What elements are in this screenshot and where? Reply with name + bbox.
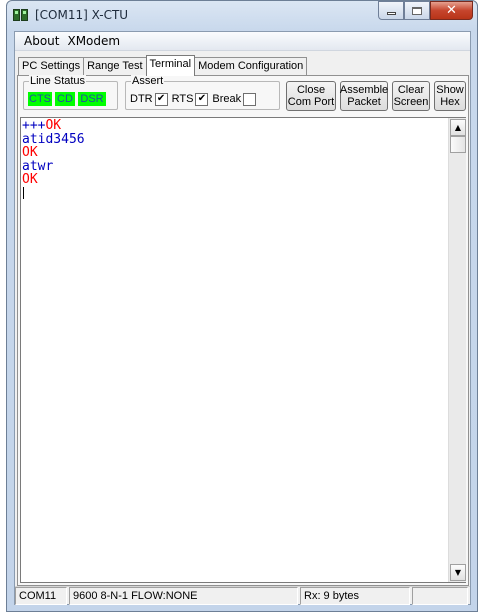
title-bar[interactable]: [COM11] X-CTU ✕ [7, 1, 477, 31]
window-controls: ✕ [378, 1, 473, 21]
status-rx: Rx: 9 bytes [300, 587, 410, 605]
minimize-icon [386, 12, 396, 15]
rts-checkbox[interactable]: ✔ [195, 92, 209, 106]
tab-terminal[interactable]: Terminal [145, 55, 196, 76]
cts-indicator: CTS [28, 92, 52, 106]
window-title: [COM11] X-CTU [35, 8, 129, 22]
terminal-lines: +++OK atid3456 OK atwr OK [22, 119, 85, 199]
maximize-button[interactable] [404, 1, 430, 20]
terminal-line: OK [22, 173, 85, 187]
scroll-up-button[interactable]: ▲ [450, 119, 466, 136]
text-cursor [23, 186, 24, 199]
tab-pc-settings[interactable]: PC Settings [18, 57, 85, 76]
menu-xmodem[interactable]: XModem [63, 34, 124, 48]
status-settings: 9600 8-N-1 FLOW:NONE [69, 587, 298, 605]
line-status-group: Line Status CTS CD DSR [23, 75, 118, 110]
status-port: COM11 [15, 587, 67, 605]
terminal-line-text: OK [22, 172, 38, 187]
break-checkbox[interactable] [243, 92, 257, 106]
assert-controls: DTR ✔ RTS ✔ Break [130, 92, 260, 106]
clear-screen-button[interactable]: Clear Screen [392, 81, 430, 111]
status-extra [412, 587, 468, 605]
status-bar: COM11 9600 8-N-1 FLOW:NONE Rx: 9 bytes [15, 586, 470, 605]
terminal-panel: Line Status CTS CD DSR Assert DTR ✔ RTS … [17, 75, 469, 586]
tab-modem-configuration[interactable]: Modem Configuration [194, 57, 308, 76]
tab-strip: PC Settings Range Test Terminal Modem Co… [18, 55, 308, 76]
terminal-line: +++OK [22, 119, 85, 133]
close-com-port-button[interactable]: Close Com Port [286, 81, 336, 111]
menu-about[interactable]: About [20, 34, 63, 48]
rts-label: RTS [171, 93, 194, 105]
close-icon: ✕ [446, 3, 457, 18]
terminal-line: OK [22, 146, 85, 160]
show-hex-button[interactable]: Show Hex [434, 81, 466, 111]
scroll-up-icon: ▲ [454, 123, 462, 132]
break-label: Break [212, 93, 242, 105]
dsr-indicator: DSR [78, 92, 106, 106]
minimize-button[interactable] [378, 1, 404, 20]
application-window: [COM11] X-CTU ✕ About XModem PC Settings… [6, 0, 478, 612]
menu-bar: About XModem [15, 32, 470, 51]
dtr-label: DTR [130, 93, 153, 105]
xctu-app-icon[interactable] [13, 9, 29, 21]
close-window-button[interactable]: ✕ [430, 1, 473, 20]
tab-range-test[interactable]: Range Test [83, 57, 147, 76]
scroll-thumb[interactable] [450, 136, 466, 153]
terminal-line: atid3456 [22, 132, 85, 147]
dtr-checkbox[interactable]: ✔ [154, 92, 168, 106]
vertical-scrollbar[interactable]: ▲ ▼ [448, 118, 466, 582]
terminal-line: atwr [22, 159, 85, 174]
terminal-output[interactable]: +++OK atid3456 OK atwr OK ▲ ▼ [20, 117, 466, 583]
scroll-down-button[interactable]: ▼ [450, 564, 466, 581]
client-area: About XModem PC Settings Range Test Term… [14, 31, 471, 605]
scroll-down-icon: ▼ [454, 568, 462, 577]
assert-label: Assert [131, 75, 165, 87]
cd-indicator: CD [55, 92, 75, 106]
maximize-icon [412, 6, 422, 15]
assemble-packet-button[interactable]: Assemble Packet [340, 81, 388, 111]
assert-group: Assert DTR ✔ RTS ✔ Break [125, 75, 280, 110]
line-status-label: Line Status [29, 75, 87, 87]
